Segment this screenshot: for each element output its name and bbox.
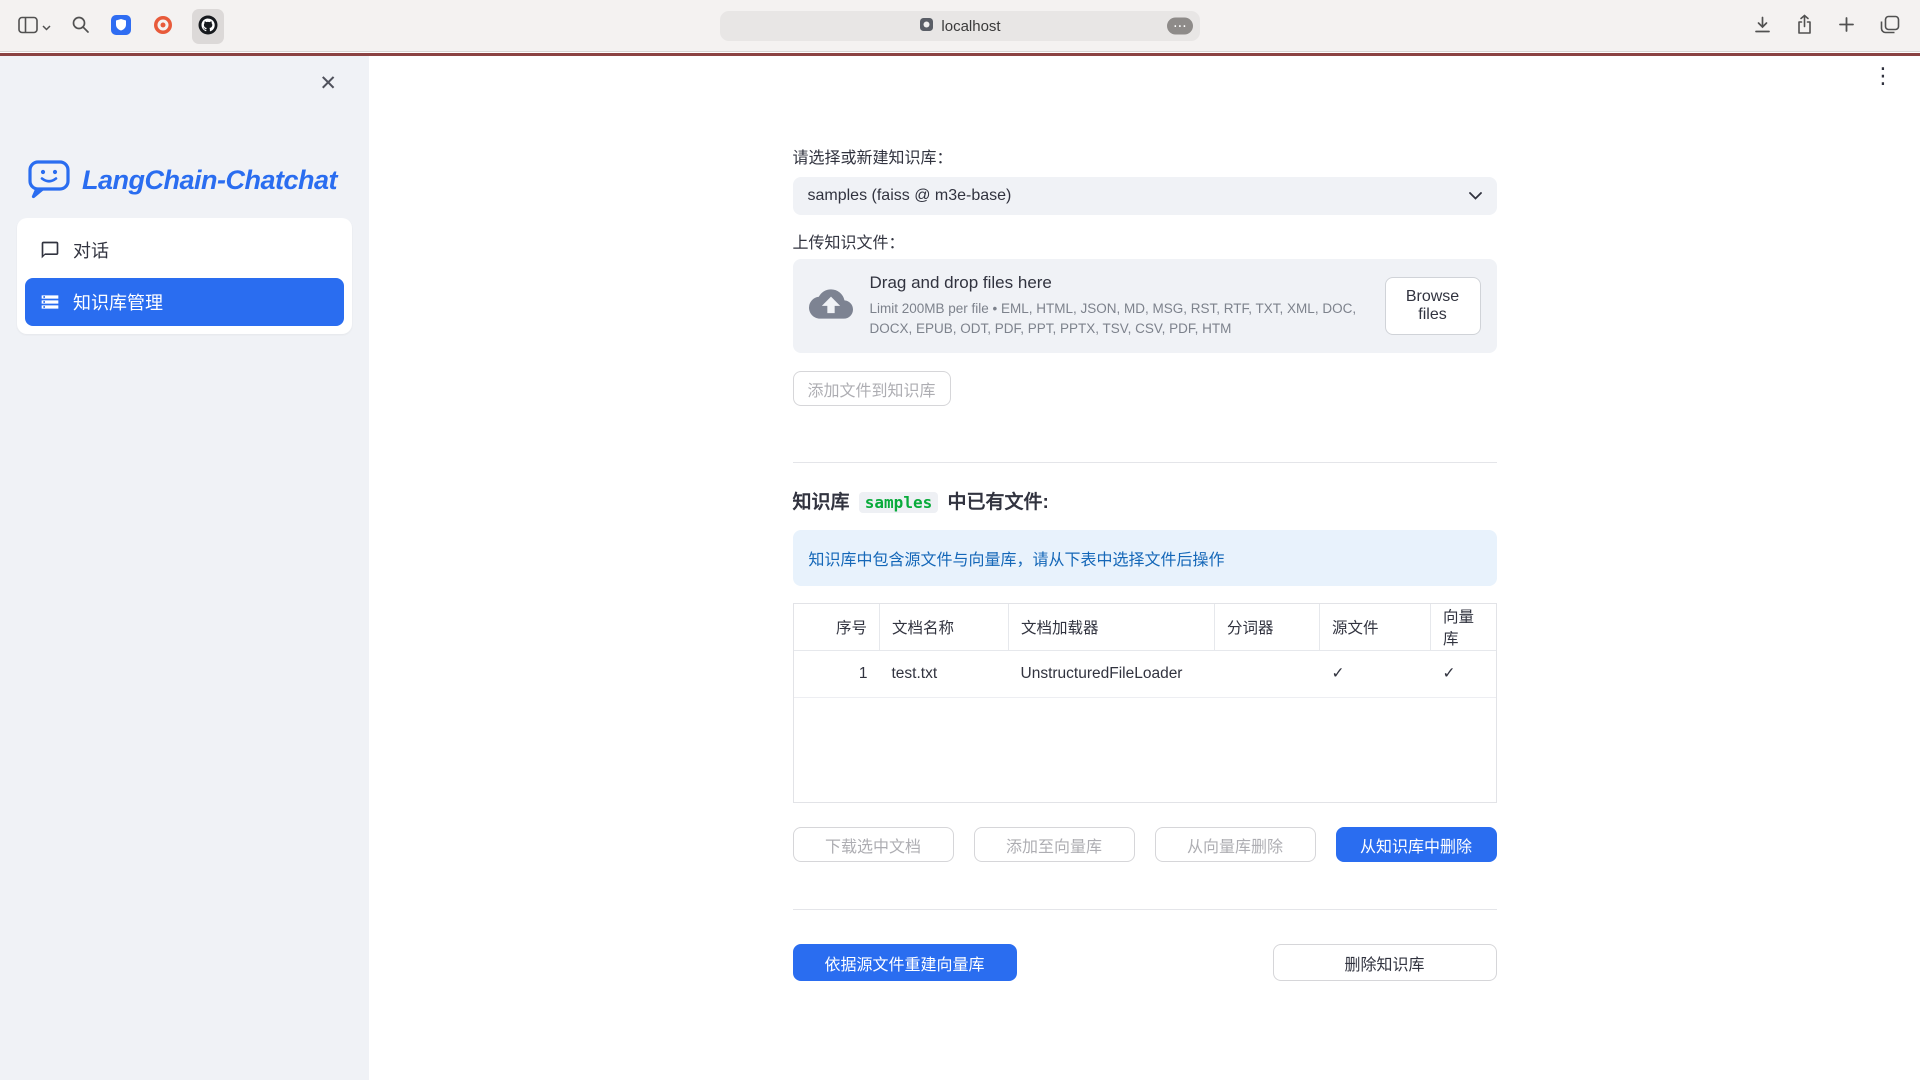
- divider: [793, 909, 1497, 910]
- info-alert: 知识库中包含源文件与向量库，请从下表中选择文件后操作: [793, 530, 1497, 586]
- extensions-overflow-badge[interactable]: ⋯: [1167, 18, 1193, 35]
- delete-from-kb-button[interactable]: 从知识库中删除: [1336, 827, 1497, 862]
- share-icon: [1796, 14, 1813, 38]
- heading-prefix: 知识库: [793, 492, 855, 513]
- kb-name-code: samples: [859, 492, 938, 513]
- search-icon: [71, 15, 90, 37]
- col-header-vector-store[interactable]: 向量库: [1431, 604, 1496, 650]
- rebuild-vector-store-button[interactable]: 依据源文件重建向量库: [793, 944, 1017, 981]
- dropzone-limit: Limit 200MB per file • EML, HTML, JSON, …: [870, 299, 1368, 338]
- sidebar-toggle-button[interactable]: [16, 14, 53, 39]
- upload-label: 上传知识文件：: [793, 234, 1497, 254]
- download-selected-button[interactable]: 下载选中文档: [793, 827, 954, 862]
- logo-text: LangChain-Chatchat: [82, 165, 337, 196]
- add-files-to-kb-button[interactable]: 添加文件到知识库: [793, 371, 951, 406]
- download-icon: [1753, 15, 1772, 37]
- tabs-overview-icon: [1880, 15, 1900, 37]
- extension-ring-button[interactable]: [150, 12, 176, 41]
- col-header-source-file[interactable]: 源文件: [1320, 604, 1431, 650]
- browser-toolbar: localhost ⋯: [0, 0, 1920, 52]
- sidebar-item-dialogue[interactable]: 对话: [25, 226, 344, 274]
- app-menu-button[interactable]: ⋮: [1866, 64, 1900, 88]
- sidebar-close-button[interactable]: ✕: [313, 72, 343, 95]
- kb-selectbox[interactable]: samples (faiss @ m3e-base): [793, 177, 1497, 215]
- content-column: 请选择或新建知识库： samples (faiss @ m3e-base) 上传…: [793, 56, 1497, 981]
- cell-index: 1: [794, 650, 880, 697]
- chat-icon: [40, 240, 60, 260]
- new-tab-button[interactable]: [1835, 13, 1858, 39]
- file-uploader-dropzone[interactable]: Drag and drop files here Limit 200MB per…: [793, 259, 1497, 353]
- kb-select-label: 请选择或新建知识库：: [793, 149, 1497, 169]
- share-button[interactable]: [1794, 12, 1815, 40]
- downloads-button[interactable]: [1751, 13, 1774, 39]
- logo-chat-bubble-icon: [26, 156, 72, 205]
- cell-filename: test.txt: [880, 650, 1009, 697]
- database-icon: [40, 292, 60, 312]
- cell-vector-store-check: ✓: [1431, 650, 1496, 697]
- address-bar[interactable]: localhost ⋯: [720, 11, 1200, 41]
- browser-search-button[interactable]: [69, 13, 92, 39]
- toolbar-left-group: [16, 0, 224, 52]
- col-header-index[interactable]: 序号: [794, 604, 880, 650]
- shield-extension-icon: [110, 14, 132, 39]
- browse-files-button[interactable]: Browse files: [1385, 277, 1481, 335]
- menu-item-label: 知识库管理: [73, 289, 163, 315]
- kb-bottom-buttons: 依据源文件重建向量库 删除知识库: [793, 944, 1497, 981]
- show-tabs-button[interactable]: [1878, 13, 1902, 39]
- extension-shield-button[interactable]: [108, 12, 134, 41]
- panel-icon: [18, 16, 38, 37]
- chevron-down-icon: [42, 19, 51, 34]
- kb-files-heading: 知识库 samples 中已有文件:: [793, 491, 1497, 515]
- kb-files-table: 序号 文档名称 文档加载器 分词器 源文件 向量库 1 test.txt Uns…: [793, 603, 1497, 803]
- chevron-down-icon: [1469, 187, 1482, 205]
- table-action-buttons: 下载选中文档 添加至向量库 从向量库删除 从知识库中删除: [793, 827, 1497, 862]
- menu-item-label: 对话: [73, 237, 109, 263]
- github-icon: [197, 14, 219, 39]
- kb-selectbox-value: samples (faiss @ m3e-base): [808, 187, 1012, 205]
- delete-kb-button[interactable]: 删除知识库: [1273, 944, 1497, 981]
- main-area: ⋮ 请选择或新建知识库： samples (faiss @ m3e-base) …: [369, 56, 1920, 1080]
- ring-extension-icon: [152, 14, 174, 39]
- divider: [793, 462, 1497, 463]
- sidebar-menu: 对话 知识库管理: [17, 218, 352, 334]
- plus-icon: [1837, 15, 1856, 37]
- col-header-filename[interactable]: 文档名称: [880, 604, 1009, 650]
- cell-loader: UnstructuredFileLoader: [1009, 650, 1215, 697]
- col-header-loader[interactable]: 文档加载器: [1009, 604, 1215, 650]
- sidebar: ✕ LangChain-Chatchat 对话 知识库管理: [0, 56, 369, 1080]
- table-header-row: 序号 文档名称 文档加载器 分词器 源文件 向量库: [794, 604, 1496, 650]
- extension-github-button[interactable]: [195, 12, 221, 41]
- url-text: localhost: [941, 18, 1000, 35]
- app-logo: LangChain-Chatchat: [26, 156, 337, 205]
- heading-suffix: 中已有文件:: [942, 492, 1049, 513]
- cloud-upload-icon: [809, 282, 853, 331]
- toolbar-right-group: [1751, 0, 1902, 52]
- dropzone-instruction: Drag and drop files here: [870, 273, 1368, 293]
- site-favicon-icon: [919, 17, 934, 36]
- table-row[interactable]: 1 test.txt UnstructuredFileLoader ✓ ✓: [794, 650, 1496, 697]
- cell-source-file-check: ✓: [1320, 650, 1431, 697]
- cell-splitter: [1215, 650, 1320, 697]
- remove-from-vector-store-button[interactable]: 从向量库删除: [1155, 827, 1316, 862]
- dropzone-texts: Drag and drop files here Limit 200MB per…: [870, 273, 1368, 338]
- sidebar-item-kb-management[interactable]: 知识库管理: [25, 278, 344, 326]
- col-header-splitter[interactable]: 分词器: [1215, 604, 1320, 650]
- extension-github-active: [192, 9, 224, 44]
- add-to-vector-store-button[interactable]: 添加至向量库: [974, 827, 1135, 862]
